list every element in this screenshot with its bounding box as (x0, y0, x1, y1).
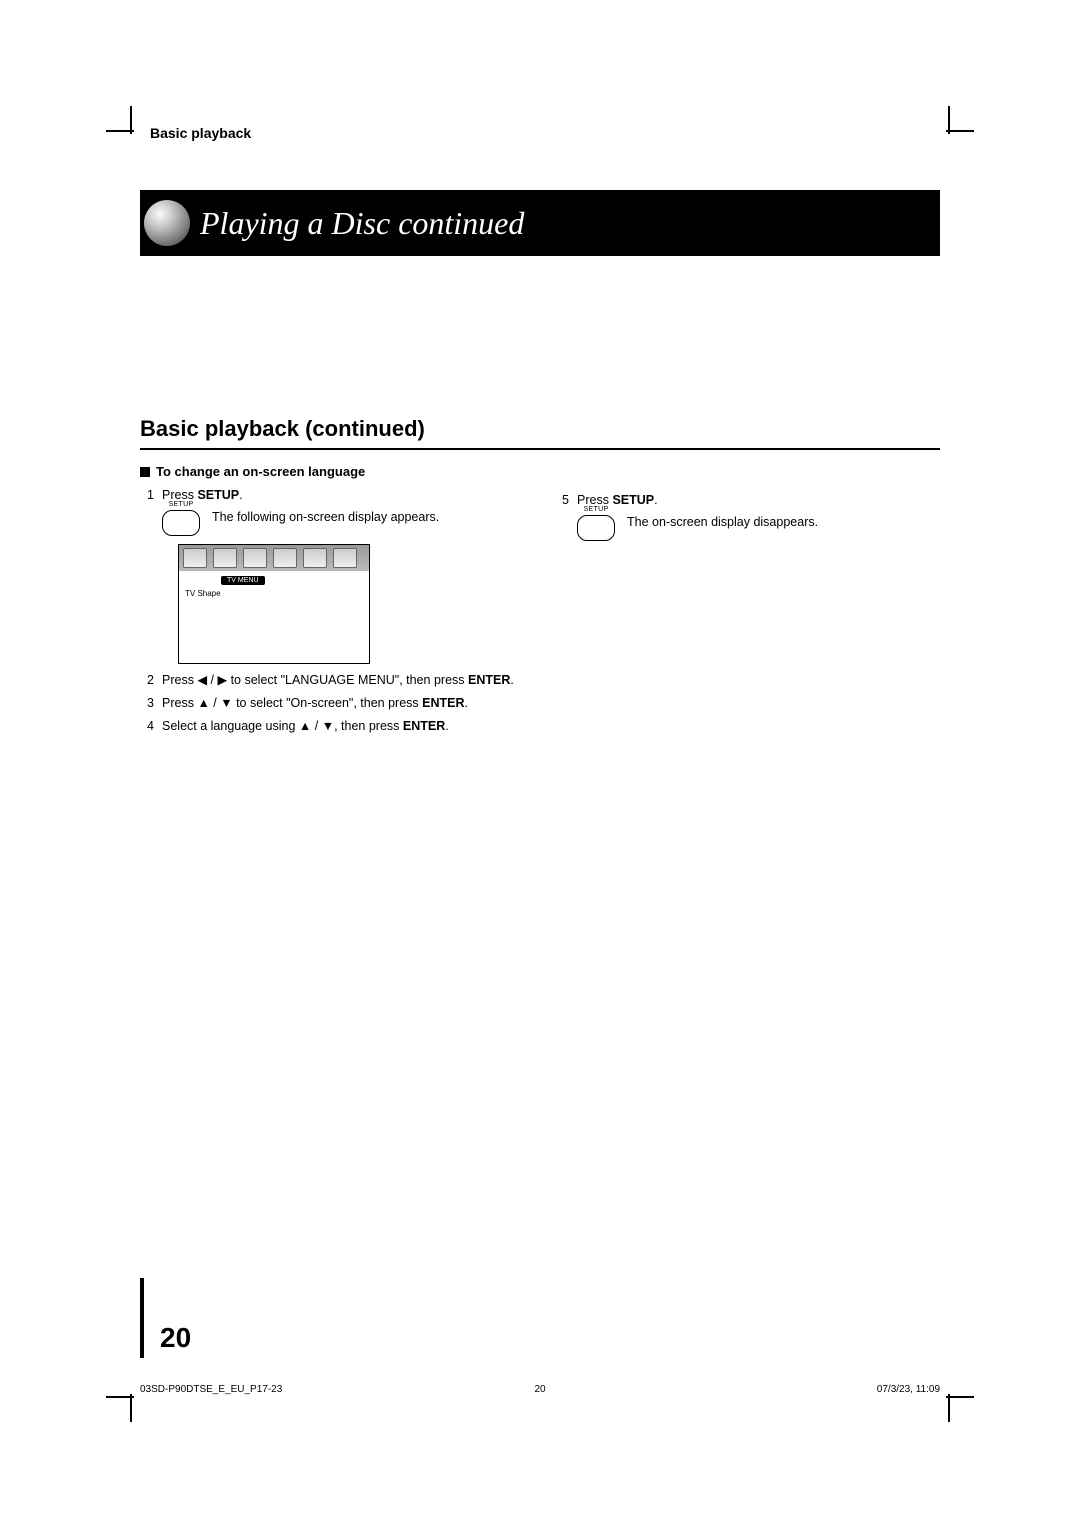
osd-tab-icon (213, 548, 237, 568)
sphere-icon (144, 200, 190, 246)
osd-tab-icon (243, 548, 267, 568)
page-title: Playing a Disc continued (140, 190, 940, 256)
step-text: to select "On-screen", then press (233, 696, 423, 710)
step-number: 3 (140, 695, 154, 712)
step-number: 2 (140, 672, 154, 689)
step-2: 2 Press ◀ / ▶ to select "LANGUAGE MENU",… (140, 672, 525, 689)
left-column: To change an on-screen language 1 Press … (140, 464, 525, 741)
osd-tab-icon (273, 548, 297, 568)
step-suffix: . (239, 488, 242, 502)
step-bold: ENTER (422, 696, 464, 710)
step-bold: ENTER (468, 673, 510, 687)
osd-tab-icon (303, 548, 327, 568)
square-bullet-icon (140, 467, 150, 477)
page-number: 20 (160, 1322, 191, 1354)
up-down-arrow-icon: ▲ / ▼ (197, 696, 232, 710)
step-text: to select "LANGUAGE MENU", then press (227, 673, 468, 687)
step-bold: ENTER (403, 719, 445, 733)
step-number: 5 (555, 492, 569, 509)
step-bold: SETUP (612, 493, 654, 507)
step-text: , then press (334, 719, 403, 733)
step-text: Press (162, 673, 197, 687)
left-right-arrow-icon: ◀ / ▶ (197, 673, 227, 687)
section-heading: Basic playback (continued) (140, 416, 425, 441)
right-column: 5 Press SETUP. The on-screen display dis… (555, 464, 940, 741)
tv-menu-badge: TV MENU (221, 576, 265, 585)
step-suffix: . (465, 696, 468, 710)
setup-note-row-5: The on-screen display disappears. (577, 515, 940, 541)
footer-page: 20 (534, 1384, 545, 1395)
step-bold: SETUP (197, 488, 239, 502)
osd-tabbar (179, 545, 369, 571)
step-4: 4 Select a language using ▲ / ▼, then pr… (140, 718, 525, 735)
subheading-text: To change an on-screen language (156, 464, 365, 479)
osd-item: TV Shape (185, 589, 363, 598)
section-heading-container: Basic playback (continued) (140, 416, 940, 450)
setup-note-row-1: The following on-screen display appears. (162, 510, 525, 536)
subheading: To change an on-screen language (140, 464, 525, 479)
step-suffix: . (510, 673, 513, 687)
footer-timestamp: 07/3/23, 11:09 (877, 1384, 940, 1395)
step-note: The following on-screen display appears. (212, 510, 439, 524)
step-number: 1 (140, 487, 154, 504)
section-label: Basic playback (150, 125, 251, 141)
up-down-arrow-icon: ▲ / ▼ (299, 719, 334, 733)
step-text: Select a language using (162, 719, 299, 733)
step-note: The on-screen display disappears. (627, 515, 818, 529)
step-number: 4 (140, 718, 154, 735)
step-text: Press (162, 696, 197, 710)
step-3: 3 Press ▲ / ▼ to select "On-screen", the… (140, 695, 525, 712)
osd-tab-icon (333, 548, 357, 568)
setup-button-icon (162, 510, 200, 536)
side-rule-icon (140, 1278, 144, 1358)
step-suffix: . (445, 719, 448, 733)
step-5: 5 Press SETUP. (555, 492, 940, 509)
osd-screenshot: TV MENU TV Shape (178, 544, 370, 664)
setup-button-icon (577, 515, 615, 541)
step-1: 1 Press SETUP. (140, 487, 525, 504)
footer-filename: 03SD-P90DTSE_E_EU_P17-23 (140, 1384, 282, 1395)
title-bar: Playing a Disc continued (140, 190, 940, 256)
step-suffix: . (654, 493, 657, 507)
osd-tab-icon (183, 548, 207, 568)
